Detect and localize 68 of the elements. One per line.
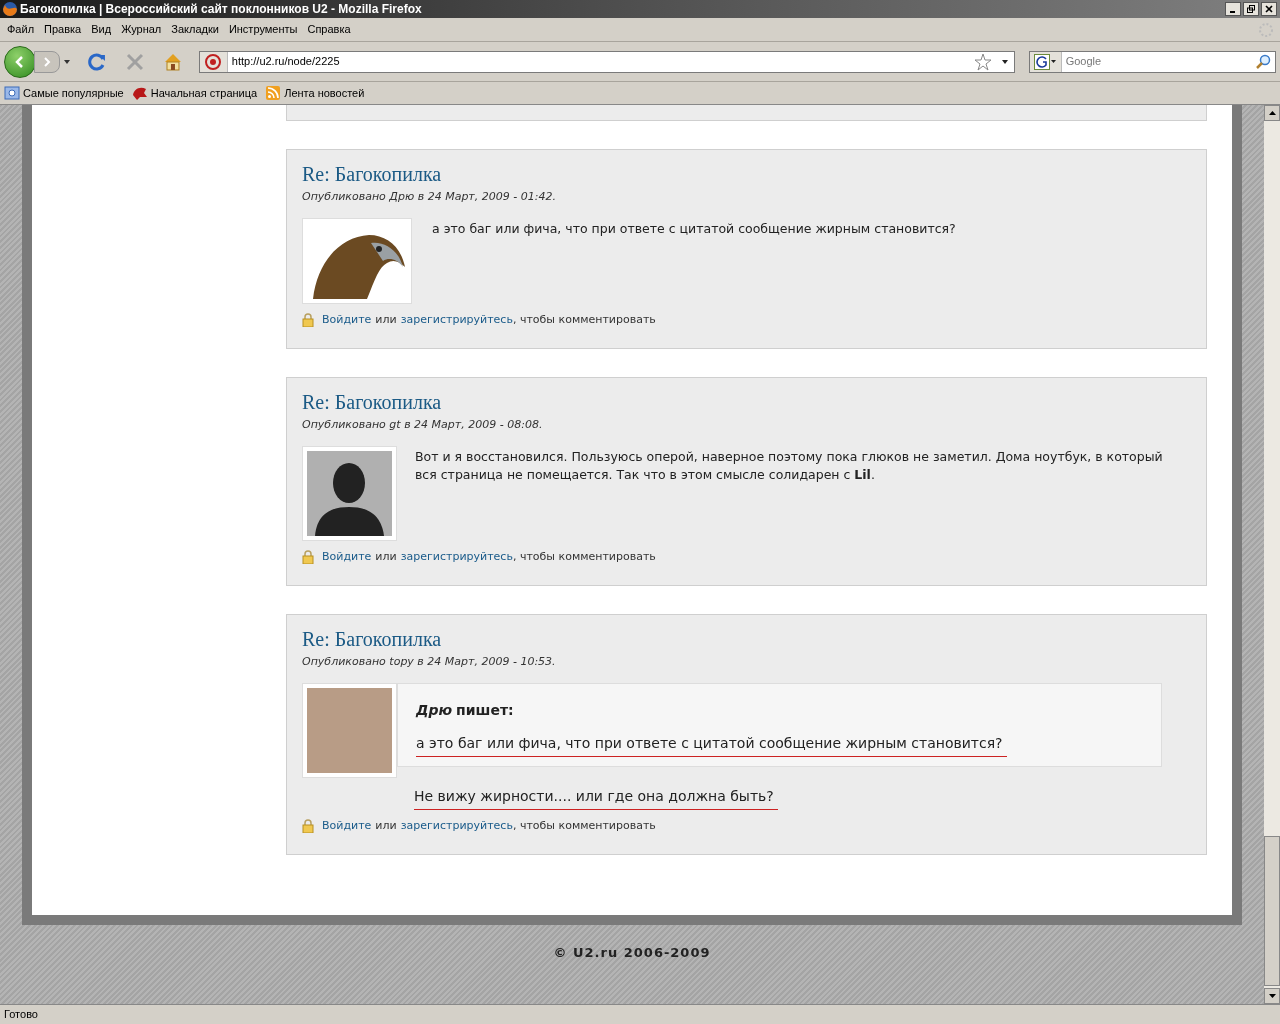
down-arrow-icon[interactable] <box>1268 994 1276 998</box>
register-link[interactable]: зарегистрируйтесь <box>400 817 513 834</box>
login-link[interactable]: Войдите <box>322 311 372 328</box>
or-text: или <box>375 548 397 565</box>
register-link[interactable]: зарегистрируйтесь <box>400 548 513 565</box>
register-link[interactable]: зарегистрируйтесь <box>400 311 513 328</box>
comment-prompt-text: , чтобы комментировать <box>512 311 656 328</box>
status-text: Готово <box>4 1007 38 1023</box>
comment-title[interactable]: Re: Багокопилка <box>302 162 1191 186</box>
padlock-icon <box>302 818 314 833</box>
firefox-logo-icon <box>2 1 18 17</box>
or-text: или <box>375 311 397 328</box>
bookmark-link[interactable]: Лента новостей <box>284 84 365 102</box>
comment-body: Вот и я восстановился. Пользуюсь оперой, наверное поэтому пока глюков не заметил. Дома ноутбук, в который вся страница не помещается. Так что в этом смысле солидарен с Lil. <box>414 447 1164 484</box>
comment-body: а это баг или фича, что при ответе с цитатой сообщение жирным становится? <box>431 219 956 238</box>
loading-throbber-icon <box>1258 21 1274 38</box>
menu-item[interactable]: Файл <box>2 21 40 38</box>
login-link[interactable]: Войдите <box>322 548 372 565</box>
reload-icon[interactable] <box>87 51 107 72</box>
dragon-head-icon <box>131 85 148 101</box>
footer-text: © U2.ru 2006-2009 <box>552 944 712 962</box>
padlock-icon <box>302 549 314 564</box>
menu-item[interactable]: Инструменты <box>223 21 303 38</box>
restore-button[interactable] <box>1243 2 1259 16</box>
minimize-button[interactable] <box>1225 2 1241 16</box>
login-link[interactable]: Войдите <box>322 817 372 834</box>
menu-item[interactable]: Закладки <box>166 21 224 38</box>
comment-prompt-text: , чтобы комментировать <box>512 817 656 834</box>
bookmark-link[interactable]: Самые популярные <box>23 84 124 102</box>
scrollbar-thumb[interactable] <box>1264 836 1280 986</box>
star-icon[interactable] <box>973 52 992 71</box>
quote-author: Дрю <box>416 700 453 720</box>
dropdown-caret-icon[interactable] <box>1051 60 1057 63</box>
dropdown-caret-icon[interactable] <box>1001 59 1008 64</box>
comment-body: Не вижу жирности.... или где она должна быть? <box>414 785 778 810</box>
comment-title[interactable]: Re: Багокопилка <box>302 627 1191 651</box>
bookmark-link[interactable]: Начальная страница <box>150 84 258 102</box>
quote-text: а это баг или фича, что при ответе с цитатой сообщение жирным становится? <box>416 732 1007 757</box>
url-text[interactable]: http://u2.ru/node/2225 <box>227 53 974 70</box>
close-button[interactable] <box>1261 2 1277 16</box>
back-button[interactable] <box>4 45 36 78</box>
address-field[interactable]: http://u2.ru/node/2225 <box>198 50 1015 73</box>
comment-title[interactable]: Re: Багокопилка <box>302 390 1191 414</box>
menu-item[interactable]: Журнал <box>116 21 167 38</box>
dropdown-caret-icon[interactable] <box>63 58 71 65</box>
search-engine-icon <box>1034 53 1051 70</box>
comment-meta: Опубликовано Дрю в 24 Март, 2009 - 01:42. <box>302 189 557 205</box>
search-icon[interactable] <box>1255 53 1271 70</box>
search-input[interactable]: Google <box>1061 53 1255 70</box>
comment-meta: Опубликовано gt в 24 Март, 2009 - 08:08. <box>302 417 544 433</box>
window-title: Багокопилка | Всероссийский сайт поклонников U2 - Mozilla Firefox <box>20 1 422 18</box>
site-favicon-icon <box>205 53 222 70</box>
padlock-icon <box>302 312 314 327</box>
comment-prompt-text: , чтобы комментировать <box>512 548 656 565</box>
restore-icon <box>1247 5 1255 13</box>
menu-item[interactable]: Вид <box>86 21 117 38</box>
scrollbar[interactable] <box>1264 105 1280 1004</box>
comment-meta: Опубликовано topy в 24 Март, 2009 - 10:53. <box>302 654 557 670</box>
page-search-icon <box>4 85 20 101</box>
search-field[interactable]: Google <box>1028 50 1276 73</box>
up-arrow-icon[interactable] <box>1268 111 1276 115</box>
close-icon <box>1265 5 1273 13</box>
or-text: или <box>375 817 397 834</box>
menu-item[interactable]: Правка <box>39 21 87 38</box>
home-icon[interactable] <box>162 51 183 72</box>
menu-item[interactable]: Справка <box>302 21 356 38</box>
rss-feed-icon <box>265 85 282 101</box>
quote-says-text: пишет: <box>456 700 514 720</box>
